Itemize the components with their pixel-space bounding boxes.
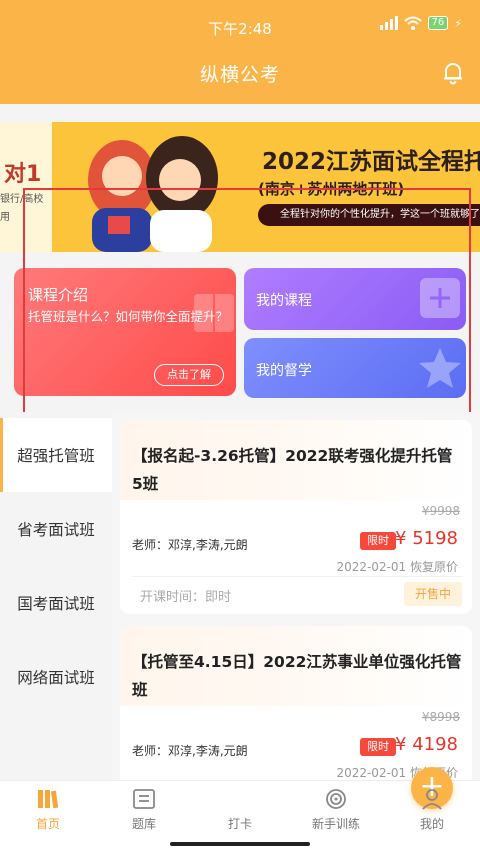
signal-icon (379, 16, 398, 30)
course-intro-card[interactable]: 课程介绍 托管班是什么？如何带你全面提升？ 点击了解 (14, 268, 236, 396)
course-price: ¥ 4198 (395, 734, 458, 755)
course-title: 【托管至4.15日】2022江苏事业单位强化托管班 (132, 653, 462, 699)
tab-label: 题库 (131, 817, 156, 831)
my-study-card[interactable]: 我的督学 (244, 338, 466, 398)
limited-time-badge: 限时 (360, 738, 396, 756)
price-restore-date: 2022-02-01 恢复原价 (336, 560, 458, 574)
charging-icon: ⚡ (454, 16, 462, 30)
category-sidebar: 超强托管班 省考面试班 国考面试班 网络面试班 (0, 412, 112, 780)
course-teachers: 老师：邓淳,李涛,元朗 (132, 744, 248, 758)
course-title: 【报名起-3.26托管】2022联考强化提升托管5班 (132, 447, 453, 493)
course-price: ¥ 5198 (395, 528, 458, 549)
course-list: 【报名起-3.26托管】2022联考强化提升托管5班 ¥9998 老师：邓淳,李… (112, 412, 480, 780)
banner-left-panel: 对1 银行/高校 用 (0, 122, 52, 252)
home-indicator (170, 842, 310, 846)
banner-left-text: 对1 (4, 162, 42, 187)
sidebar-item-label: 网络面试班 (17, 669, 95, 687)
tab-label: 打卡 (227, 817, 252, 831)
home-books-icon (38, 790, 59, 809)
banner-left-sub2: 用 (0, 212, 10, 223)
tab-home[interactable]: 首页 (0, 781, 96, 853)
bell-icon[interactable] (440, 60, 466, 86)
tab-mine[interactable]: 我的 (384, 781, 480, 853)
original-price: ¥9998 (421, 504, 460, 518)
wifi-icon (403, 16, 422, 30)
limited-time-badge: 限时 (360, 532, 396, 550)
course-teachers: 老师：邓淳,李涛,元朗 (132, 538, 248, 552)
open-time: 开课时间：即时 (140, 590, 232, 605)
sidebar-item-online-interview[interactable]: 网络面试班 (0, 640, 112, 714)
sidebar-item-super-managed[interactable]: 超强托管班 (0, 418, 112, 492)
course-card[interactable]: 【托管至4.15日】2022江苏事业单位强化托管班 ¥8998 老师：邓淳,李涛… (120, 626, 472, 780)
banner-subtitle: (南京+苏州两地开班) (258, 180, 405, 198)
status-badge: 开售中 (404, 582, 462, 606)
sidebar-item-label: 超强托管班 (17, 447, 95, 465)
user-icon (422, 789, 442, 810)
banner-tagline: 全程针对你的个性化提升，学这一个班就够了 (258, 204, 480, 226)
page-title: 纵横公考 (199, 64, 280, 86)
status-icons: 76 ⚡ (379, 16, 462, 30)
tab-label: 首页 (35, 817, 60, 831)
star-icon (419, 348, 461, 388)
banner-illustration (88, 136, 218, 252)
status-bar: 下午2:48 76 ⚡ (0, 0, 480, 40)
target-icon (326, 789, 346, 809)
tab-label: 新手训练 (311, 817, 360, 831)
book-icon (194, 294, 234, 332)
course-intro-title: 课程介绍 (28, 286, 89, 304)
promo-banner[interactable]: 对1 银行/高校 用 2022江苏面试全程托 (南京+苏州两地开班) 全程针对你… (0, 122, 480, 252)
learn-more-button[interactable]: 点击了解 (154, 364, 224, 386)
sidebar-item-national-interview[interactable]: 国考面试班 (0, 566, 112, 640)
sidebar-item-label: 国考面试班 (17, 595, 95, 613)
plus-box-icon (420, 278, 460, 318)
original-price: ¥8998 (421, 710, 460, 724)
question-bank-icon (133, 789, 155, 809)
my-courses-card[interactable]: 我的课程 (244, 268, 466, 330)
battery-icon: 76 (427, 16, 449, 30)
app-header: 下午2:48 76 ⚡ 纵横公考 (0, 0, 480, 104)
tab-label: 我的 (419, 817, 444, 831)
banner-left-sub1: 银行/高校 (0, 194, 44, 205)
my-courses-label: 我的课程 (256, 293, 312, 309)
sidebar-item-provincial-interview[interactable]: 省考面试班 (0, 492, 112, 566)
sidebar-item-label: 省考面试班 (17, 521, 95, 539)
course-card[interactable]: 【报名起-3.26托管】2022联考强化提升托管5班 ¥9998 老师：邓淳,李… (120, 420, 472, 614)
my-study-label: 我的督学 (256, 363, 312, 379)
banner-title: 2022江苏面试全程托 (262, 149, 480, 175)
divider (132, 576, 462, 577)
